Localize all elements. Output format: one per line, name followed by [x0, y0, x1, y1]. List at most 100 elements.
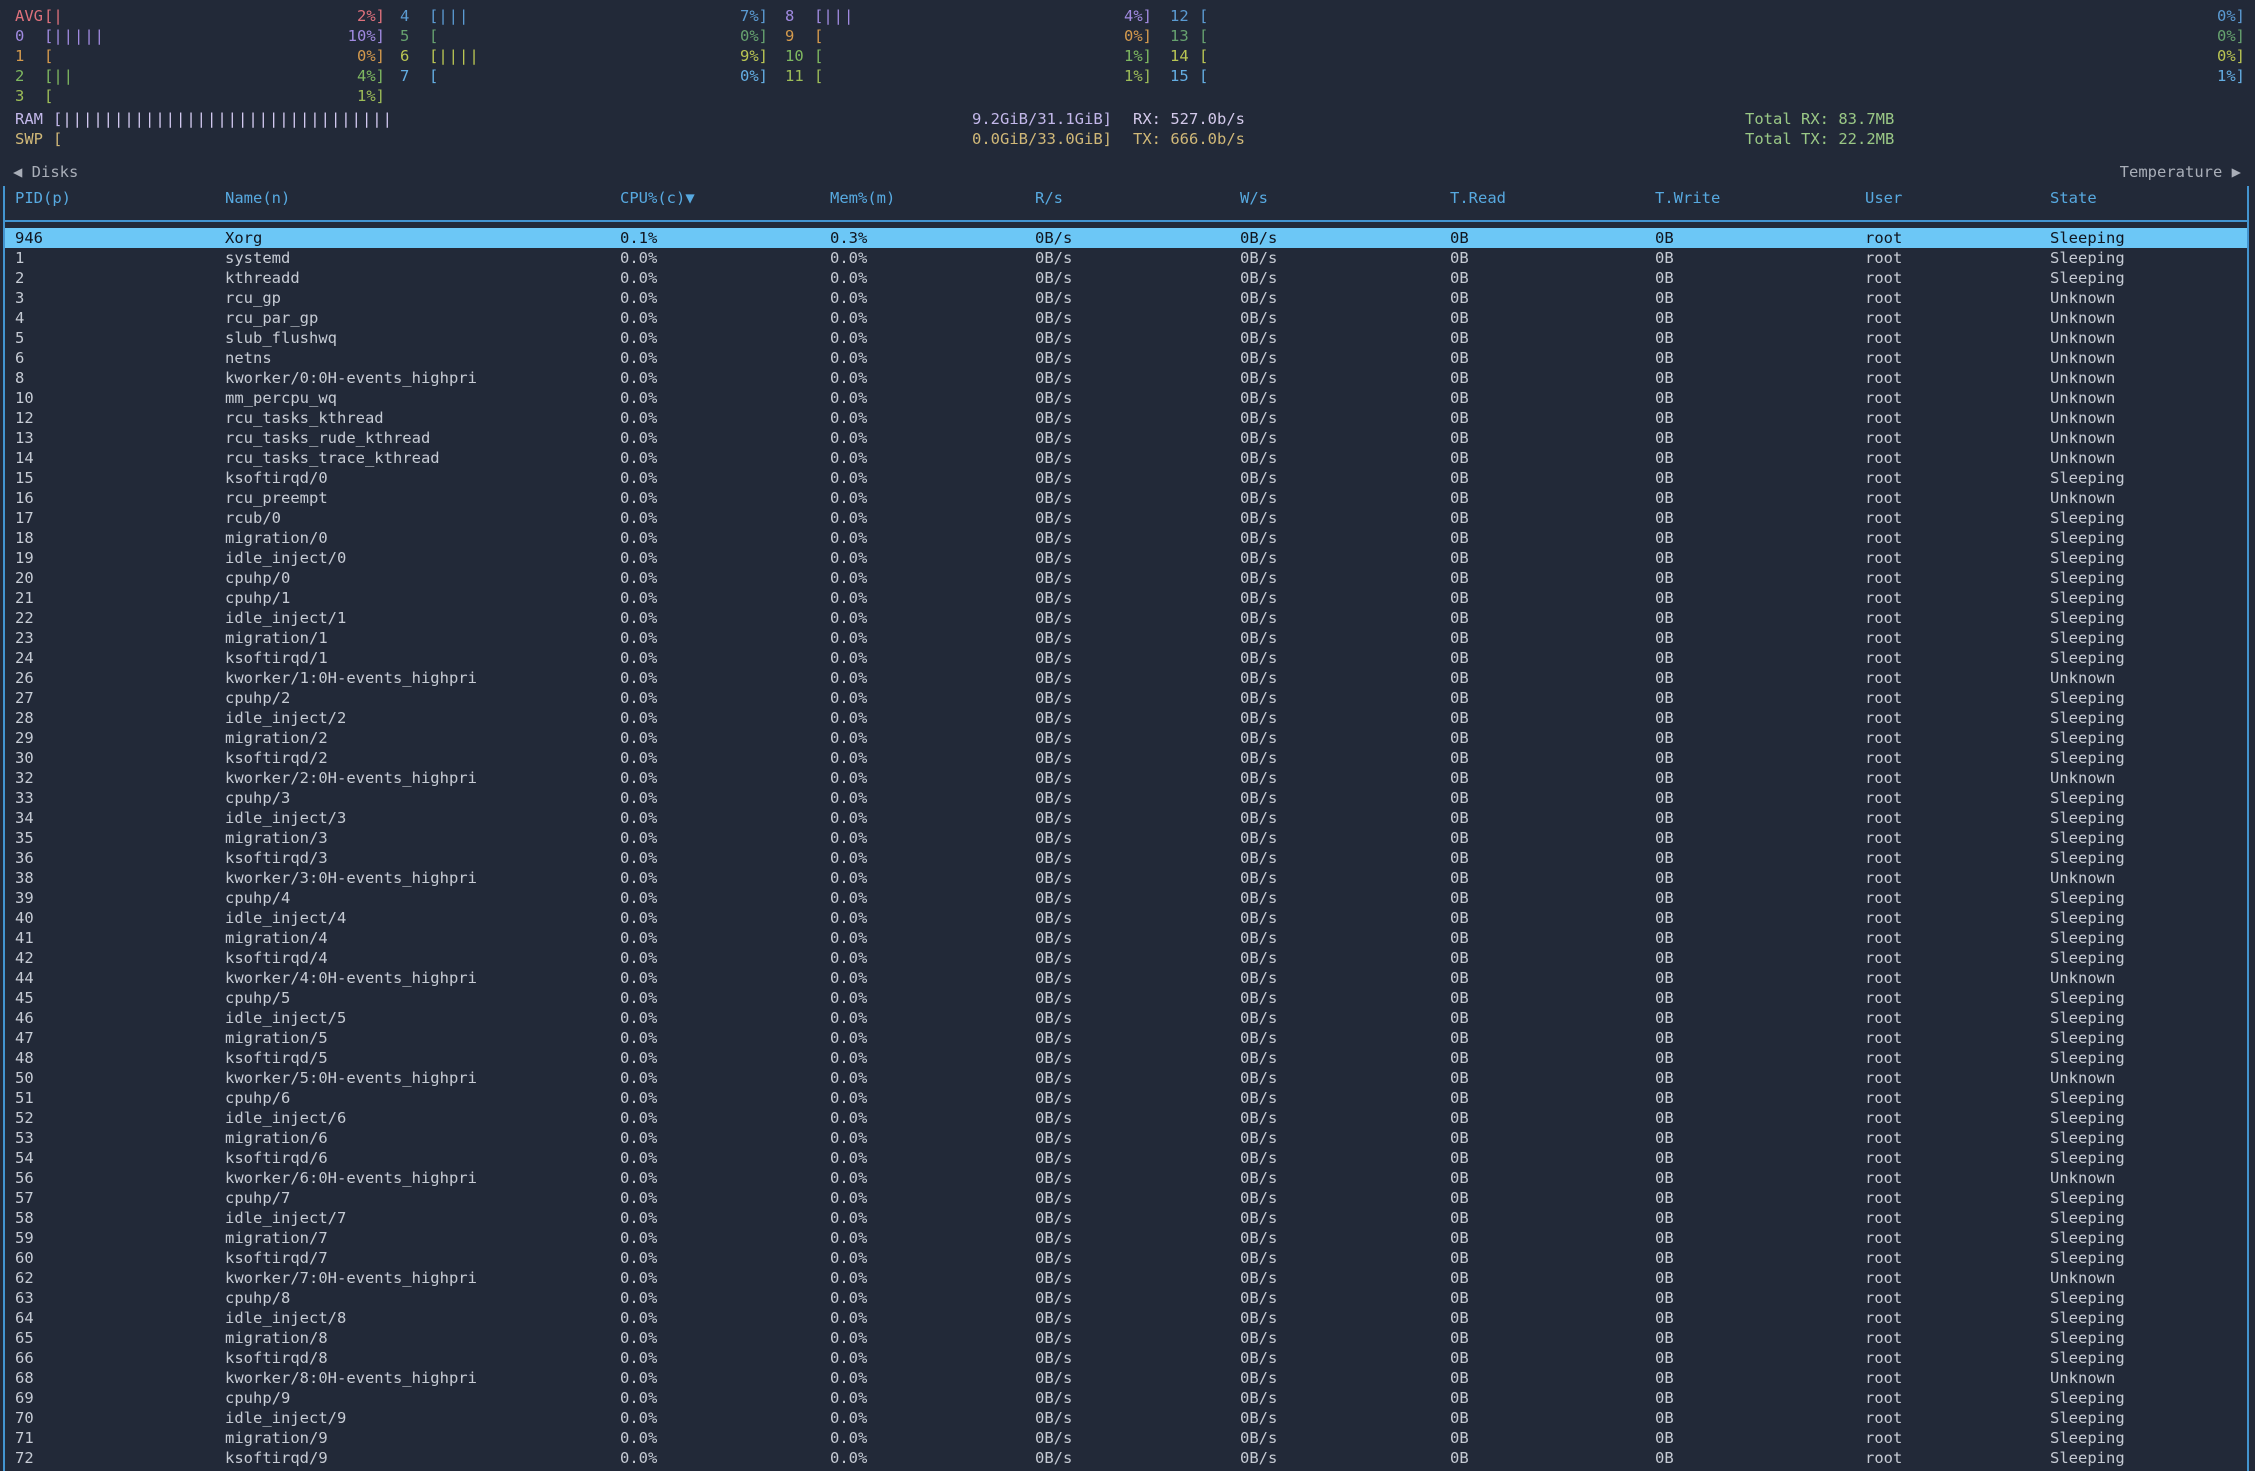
cell-state: Unknown	[2050, 1068, 2247, 1088]
cell-cpu: 0.0%	[620, 1308, 830, 1328]
process-row[interactable]: 32kworker/2:0H-events_highpri0.0%0.0%0B/…	[5, 768, 2247, 788]
cell-pid: 946	[15, 228, 225, 248]
process-row[interactable]: 39cpuhp/40.0%0.0%0B/s0B/s0B0BrootSleepin…	[5, 888, 2247, 908]
process-row[interactable]: 13rcu_tasks_rude_kthread0.0%0.0%0B/s0B/s…	[5, 428, 2247, 448]
process-row[interactable]: 8kworker/0:0H-events_highpri0.0%0.0%0B/s…	[5, 368, 2247, 388]
process-row[interactable]: 34idle_inject/30.0%0.0%0B/s0B/s0B0BrootS…	[5, 808, 2247, 828]
column-header-pid-p[interactable]: PID(p)	[15, 188, 225, 208]
column-header-cpu-c[interactable]: CPU%(c)▼	[620, 188, 830, 208]
process-row[interactable]: 35migration/30.0%0.0%0B/s0B/s0B0BrootSle…	[5, 828, 2247, 848]
process-row[interactable]: 30ksoftirqd/20.0%0.0%0B/s0B/s0B0BrootSle…	[5, 748, 2247, 768]
column-header-t-write[interactable]: T.Write	[1655, 188, 1865, 208]
process-row[interactable]: 63cpuhp/80.0%0.0%0B/s0B/s0B0BrootSleepin…	[5, 1288, 2247, 1308]
process-row[interactable]: 29migration/20.0%0.0%0B/s0B/s0B0BrootSle…	[5, 728, 2247, 748]
nav-disks-left[interactable]: ◀ Disks	[13, 162, 78, 182]
process-row[interactable]: 44kworker/4:0H-events_highpri0.0%0.0%0B/…	[5, 968, 2247, 988]
cell-state: Sleeping	[2050, 1288, 2247, 1308]
cell-user: root	[1865, 628, 2050, 648]
process-row[interactable]: 47migration/50.0%0.0%0B/s0B/s0B0BrootSle…	[5, 1028, 2247, 1048]
cell-pid: 64	[15, 1308, 225, 1328]
nav-temperature-right[interactable]: Temperature ▶	[2120, 162, 2241, 182]
process-row[interactable]: 23migration/10.0%0.0%0B/s0B/s0B0BrootSle…	[5, 628, 2247, 648]
cell-user: root	[1865, 928, 2050, 948]
process-row[interactable]: 19idle_inject/00.0%0.0%0B/s0B/s0B0BrootS…	[5, 548, 2247, 568]
process-row[interactable]: 42ksoftirqd/40.0%0.0%0B/s0B/s0B0BrootSle…	[5, 948, 2247, 968]
process-row[interactable]: 71migration/90.0%0.0%0B/s0B/s0B0BrootSle…	[5, 1428, 2247, 1448]
column-header-r-s[interactable]: R/s	[1035, 188, 1240, 208]
cell-cpu: 0.0%	[620, 1028, 830, 1048]
process-row[interactable]: 17rcub/00.0%0.0%0B/s0B/s0B0BrootSleeping	[5, 508, 2247, 528]
process-row[interactable]: 64idle_inject/80.0%0.0%0B/s0B/s0B0BrootS…	[5, 1308, 2247, 1328]
process-row[interactable]: 40idle_inject/40.0%0.0%0B/s0B/s0B0BrootS…	[5, 908, 2247, 928]
process-row[interactable]: 68kworker/8:0H-events_highpri0.0%0.0%0B/…	[5, 1368, 2247, 1388]
cell-name: cpuhp/1	[225, 588, 620, 608]
process-row[interactable]: 62kworker/7:0H-events_highpri0.0%0.0%0B/…	[5, 1268, 2247, 1288]
process-row[interactable]: 21cpuhp/10.0%0.0%0B/s0B/s0B0BrootSleepin…	[5, 588, 2247, 608]
column-header-w-s[interactable]: W/s	[1240, 188, 1450, 208]
column-header-t-read[interactable]: T.Read	[1450, 188, 1655, 208]
process-row[interactable]: 24ksoftirqd/10.0%0.0%0B/s0B/s0B0BrootSle…	[5, 648, 2247, 668]
cell-pid: 18	[15, 528, 225, 548]
cell-t-write: 0B	[1655, 668, 1865, 688]
cell-state: Unknown	[2050, 1168, 2247, 1188]
process-row[interactable]: 65migration/80.0%0.0%0B/s0B/s0B0BrootSle…	[5, 1328, 2247, 1348]
process-row[interactable]: 45cpuhp/50.0%0.0%0B/s0B/s0B0BrootSleepin…	[5, 988, 2247, 1008]
process-row[interactable]: 41migration/40.0%0.0%0B/s0B/s0B0BrootSle…	[5, 928, 2247, 948]
process-row[interactable]: 54ksoftirqd/60.0%0.0%0B/s0B/s0B0BrootSle…	[5, 1148, 2247, 1168]
process-row[interactable]: 38kworker/3:0H-events_highpri0.0%0.0%0B/…	[5, 868, 2247, 888]
cpu-meter-7-bracket: [	[429, 66, 438, 86]
cell-pid: 48	[15, 1048, 225, 1068]
process-row[interactable]: 72ksoftirqd/90.0%0.0%0B/s0B/s0B0BrootSle…	[5, 1448, 2247, 1468]
cell-cpu: 0.0%	[620, 1288, 830, 1308]
process-row[interactable]: 69cpuhp/90.0%0.0%0B/s0B/s0B0BrootSleepin…	[5, 1388, 2247, 1408]
process-row[interactable]: 48ksoftirqd/50.0%0.0%0B/s0B/s0B0BrootSle…	[5, 1048, 2247, 1068]
column-header-mem-m[interactable]: Mem%(m)	[830, 188, 1035, 208]
process-row[interactable]: 33cpuhp/30.0%0.0%0B/s0B/s0B0BrootSleepin…	[5, 788, 2247, 808]
process-row[interactable]: 6netns0.0%0.0%0B/s0B/s0B0BrootUnknown	[5, 348, 2247, 368]
process-row[interactable]: 57cpuhp/70.0%0.0%0B/s0B/s0B0BrootSleepin…	[5, 1188, 2247, 1208]
process-row[interactable]: 27cpuhp/20.0%0.0%0B/s0B/s0B0BrootSleepin…	[5, 688, 2247, 708]
process-row[interactable]: 51cpuhp/60.0%0.0%0B/s0B/s0B0BrootSleepin…	[5, 1088, 2247, 1108]
process-row[interactable]: 66ksoftirqd/80.0%0.0%0B/s0B/s0B0BrootSle…	[5, 1348, 2247, 1368]
process-row[interactable]: 20cpuhp/00.0%0.0%0B/s0B/s0B0BrootSleepin…	[5, 568, 2247, 588]
cell-t-read: 0B	[1450, 548, 1655, 568]
process-row[interactable]: 16rcu_preempt0.0%0.0%0B/s0B/s0B0BrootUnk…	[5, 488, 2247, 508]
cell-user: root	[1865, 1308, 2050, 1328]
process-row[interactable]: 14rcu_tasks_trace_kthread0.0%0.0%0B/s0B/…	[5, 448, 2247, 468]
process-row[interactable]: 53migration/60.0%0.0%0B/s0B/s0B0BrootSle…	[5, 1128, 2247, 1148]
process-row[interactable]: 59migration/70.0%0.0%0B/s0B/s0B0BrootSle…	[5, 1228, 2247, 1248]
cell-t-read: 0B	[1450, 1288, 1655, 1308]
process-row[interactable]: 70idle_inject/90.0%0.0%0B/s0B/s0B0BrootS…	[5, 1408, 2247, 1428]
process-row[interactable]: 2kthreadd0.0%0.0%0B/s0B/s0B0BrootSleepin…	[5, 268, 2247, 288]
column-header-user[interactable]: User	[1865, 188, 2050, 208]
column-header-name-n[interactable]: Name(n)	[225, 188, 620, 208]
cell-w-per-s: 0B/s	[1240, 1148, 1450, 1168]
process-row[interactable]: 12rcu_tasks_kthread0.0%0.0%0B/s0B/s0B0Br…	[5, 408, 2247, 428]
process-row[interactable]: 60ksoftirqd/70.0%0.0%0B/s0B/s0B0BrootSle…	[5, 1248, 2247, 1268]
cell-user: root	[1865, 1288, 2050, 1308]
ram-meter: RAM[||||||||||||||||||||||||||||||||9.2G…	[15, 109, 1112, 129]
process-row[interactable]: 52idle_inject/60.0%0.0%0B/s0B/s0B0BrootS…	[5, 1108, 2247, 1128]
process-row[interactable]: 946Xorg0.1%0.3%0B/s0B/s0B0BrootSleeping	[5, 228, 2247, 248]
process-row[interactable]: 36ksoftirqd/30.0%0.0%0B/s0B/s0B0BrootSle…	[5, 848, 2247, 868]
process-row[interactable]: 4rcu_par_gp0.0%0.0%0B/s0B/s0B0BrootUnkno…	[5, 308, 2247, 328]
process-row[interactable]: 50kworker/5:0H-events_highpri0.0%0.0%0B/…	[5, 1068, 2247, 1088]
process-row[interactable]: 26kworker/1:0H-events_highpri0.0%0.0%0B/…	[5, 668, 2247, 688]
process-row[interactable]: 56kworker/6:0H-events_highpri0.0%0.0%0B/…	[5, 1168, 2247, 1188]
cpu-meter-2-bracket: [	[44, 66, 53, 86]
process-row[interactable]: 22idle_inject/10.0%0.0%0B/s0B/s0B0BrootS…	[5, 608, 2247, 628]
process-row[interactable]: 18migration/00.0%0.0%0B/s0B/s0B0BrootSle…	[5, 528, 2247, 548]
cell-t-read: 0B	[1450, 528, 1655, 548]
cpu-meter-7: 7[0%]	[400, 66, 768, 86]
process-row[interactable]: 10mm_percpu_wq0.0%0.0%0B/s0B/s0B0BrootUn…	[5, 388, 2247, 408]
column-header-state[interactable]: State	[2050, 188, 2247, 208]
process-row[interactable]: 28idle_inject/20.0%0.0%0B/s0B/s0B0BrootS…	[5, 708, 2247, 728]
cell-mem: 0.0%	[830, 448, 1035, 468]
process-row[interactable]: 58idle_inject/70.0%0.0%0B/s0B/s0B0BrootS…	[5, 1208, 2247, 1228]
process-row[interactable]: 15ksoftirqd/00.0%0.0%0B/s0B/s0B0BrootSle…	[5, 468, 2247, 488]
process-row[interactable]: 1systemd0.0%0.0%0B/s0B/s0B0BrootSleeping	[5, 248, 2247, 268]
process-row[interactable]: 46idle_inject/50.0%0.0%0B/s0B/s0B0BrootS…	[5, 1008, 2247, 1028]
cell-t-write: 0B	[1655, 1008, 1865, 1028]
process-row[interactable]: 5slub_flushwq0.0%0.0%0B/s0B/s0B0BrootUnk…	[5, 328, 2247, 348]
process-row[interactable]: 3rcu_gp0.0%0.0%0B/s0B/s0B0BrootUnknown	[5, 288, 2247, 308]
